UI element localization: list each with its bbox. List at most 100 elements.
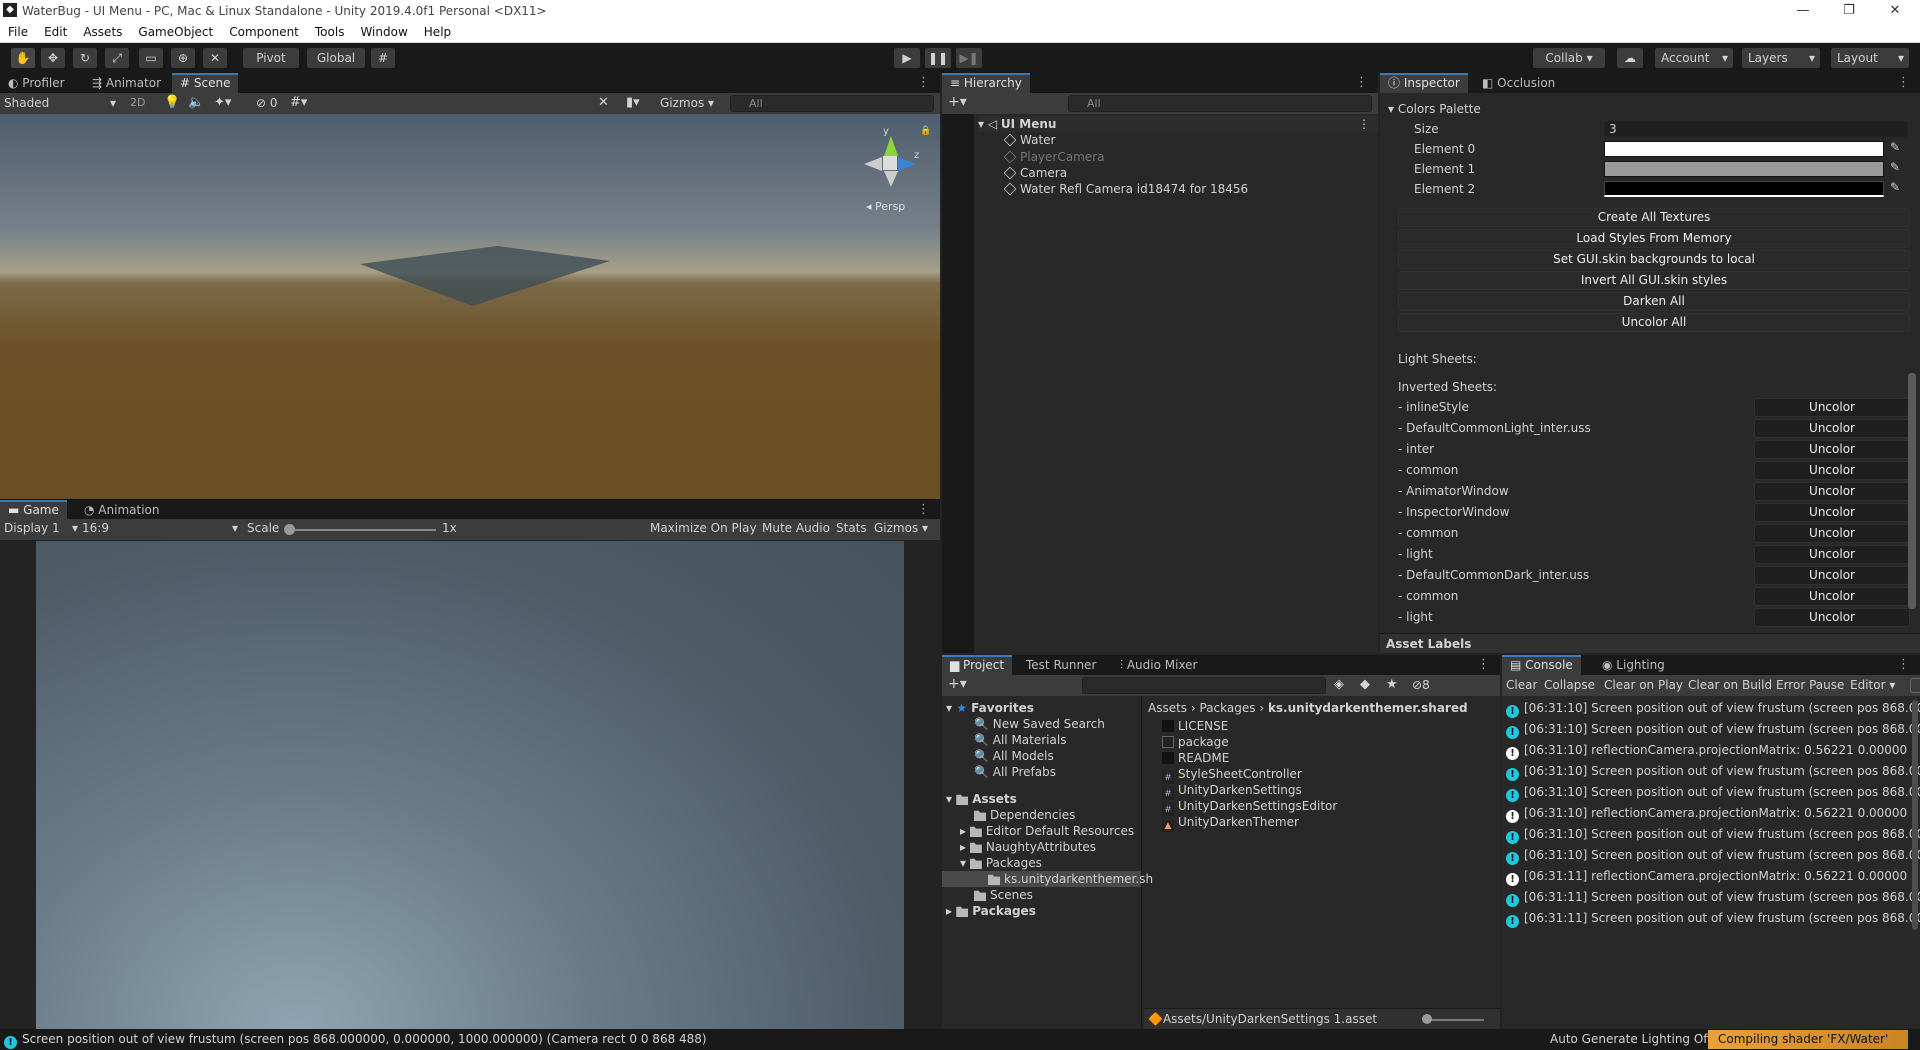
audio-toggle-icon[interactable]: 🔈 <box>188 95 204 110</box>
cloud-icon[interactable]: ☁ <box>1616 47 1644 69</box>
step-button[interactable]: ▶❚ <box>955 47 983 69</box>
favorite-item[interactable]: 🔍 All Materials <box>974 732 1066 748</box>
file-item[interactable]: # StyleSheetController <box>1162 766 1302 784</box>
hierarchy-menu-icon[interactable]: ⋮ <box>1355 75 1368 90</box>
breadcrumb-item[interactable]: Assets <box>1148 701 1187 715</box>
uncolor-button[interactable]: Uncolor <box>1754 398 1910 417</box>
hierarchy-add-button[interactable]: +▾ <box>948 94 967 110</box>
file-item[interactable]: # UnityDarkenSettingsEditor <box>1162 798 1337 816</box>
tab-project[interactable]: ▆ Project <box>942 655 1013 675</box>
uncolor-button[interactable]: Uncolor <box>1754 545 1910 564</box>
icon-size-slider-handle[interactable] <box>1422 1014 1432 1024</box>
tab-occlusion[interactable]: ◧ Occlusion <box>1474 73 1563 93</box>
menu-tools[interactable]: Tools <box>307 22 353 41</box>
game-viewport[interactable] <box>36 541 904 1029</box>
log-entry[interactable]: ! [06:31:10] Screen position out of view … <box>1506 826 1920 844</box>
favorite-item[interactable]: 🔍 All Models <box>974 748 1054 764</box>
status-message[interactable]: Screen position out of view frustum (scr… <box>22 1032 707 1046</box>
panel-menu-icon[interactable]: ⋮ <box>917 75 930 90</box>
pivot-toggle[interactable]: Pivot <box>242 47 300 69</box>
file-item[interactable]: README <box>1162 750 1229 766</box>
tab-inspector[interactable]: ⓘ Inspector <box>1380 73 1468 93</box>
camera-icon[interactable]: ▮▾ <box>626 95 640 110</box>
tab-hierarchy[interactable]: ≡ Hierarchy <box>942 73 1030 93</box>
project-menu-icon[interactable]: ⋮ <box>1477 657 1490 672</box>
tab-profiler[interactable]: ◐ Profiler <box>0 73 73 93</box>
console-collapse-button[interactable]: Collapse <box>1544 678 1595 692</box>
favorite-star-icon[interactable]: ★ <box>1386 677 1398 692</box>
menu-gameobject[interactable]: GameObject <box>130 22 221 41</box>
favorite-item[interactable]: 🔍 All Prefabs <box>974 764 1056 780</box>
console-menu-icon[interactable]: ⋮ <box>1897 657 1910 672</box>
tab-console[interactable]: ▤ Console <box>1502 655 1581 675</box>
pause-button[interactable]: ❚❚ <box>924 47 952 69</box>
move-tool-icon[interactable]: ✥ <box>40 47 66 69</box>
eyedropper-icon[interactable]: ✎ <box>1890 140 1900 154</box>
rotate-tool-icon[interactable]: ↻ <box>72 47 98 69</box>
uncolor-button[interactable]: Uncolor <box>1754 461 1910 480</box>
game-gizmos-dropdown[interactable]: Gizmos ▾ <box>874 521 928 535</box>
maximize-on-play-toggle[interactable]: Maximize On Play <box>650 521 757 535</box>
hierarchy-item[interactable]: Water <box>1003 132 1055 148</box>
clear-on-build-toggle[interactable]: Clear on Build <box>1688 678 1772 692</box>
log-entry[interactable]: ! [06:31:11] Screen position out of view … <box>1506 889 1920 907</box>
menu-component[interactable]: Component <box>221 22 307 41</box>
persp-label[interactable]: ◂ Persp <box>866 200 905 213</box>
uncolor-button[interactable]: Uncolor <box>1754 524 1910 543</box>
set-backgrounds-button[interactable]: Set GUI.skin backgrounds to local <box>1398 250 1910 269</box>
colors-palette-foldout[interactable]: ▾ Colors Palette <box>1388 101 1481 117</box>
project-add-button[interactable]: +▾ <box>948 676 967 692</box>
lock-icon[interactable]: 🔒 <box>920 126 931 136</box>
assets-foldout[interactable]: ▾ Assets <box>946 791 1017 807</box>
asset-folder[interactable]: ▾ Packages <box>960 855 1042 871</box>
grid-toggle-icon[interactable]: #▾ <box>290 95 307 110</box>
inspector-menu-icon[interactable]: ⋮ <box>1897 75 1910 90</box>
tab-game[interactable]: ▬ Game <box>0 500 67 520</box>
close-icon[interactable]: ✕ <box>1872 0 1918 22</box>
scene-search-input[interactable]: All <box>730 95 934 112</box>
scene-viewport[interactable]: y z 🔒 ◂ Persp <box>0 114 940 499</box>
menu-window[interactable]: Window <box>352 22 415 41</box>
console-search-input[interactable] <box>1910 678 1920 693</box>
custom-tool-icon[interactable]: ✕ <box>202 47 228 69</box>
asset-folder[interactable]: Scenes <box>974 887 1033 903</box>
uncolor-button[interactable]: Uncolor <box>1754 608 1910 627</box>
size-input[interactable]: 3 <box>1604 121 1908 137</box>
hierarchy-search-input[interactable]: All <box>1068 95 1372 112</box>
tab-audio-mixer[interactable]: ⫶ Audio Mixer <box>1112 655 1206 675</box>
file-item[interactable]: # UnityDarkenSettings <box>1162 782 1302 800</box>
menu-assets[interactable]: Assets <box>75 22 130 41</box>
log-entry[interactable]: ! [06:31:10] Screen position out of view … <box>1506 784 1920 802</box>
search-by-type-icon[interactable]: ◈ <box>1334 677 1344 692</box>
invert-styles-button[interactable]: Invert All GUI.skin styles <box>1398 271 1910 290</box>
mode-2d-toggle[interactable]: 2D <box>130 96 145 109</box>
game-panel-menu-icon[interactable]: ⋮ <box>917 502 930 517</box>
effects-toggle-icon[interactable]: ✦▾ <box>214 95 231 110</box>
file-item[interactable]: LICENSE <box>1162 718 1228 734</box>
transform-tool-icon[interactable]: ⊕ <box>170 47 196 69</box>
lighting-toggle-icon[interactable]: 💡 <box>164 95 180 110</box>
file-item[interactable]: package <box>1162 734 1229 750</box>
collab-dropdown[interactable]: Collab ▾ <box>1532 47 1606 69</box>
tab-animation[interactable]: ◔ Animation <box>76 500 167 520</box>
hidden-objects-toggle[interactable]: ⊘ 0 <box>256 96 278 110</box>
asset-folder[interactable]: Dependencies <box>974 807 1075 823</box>
uncolor-all-button[interactable]: Uncolor All <box>1398 313 1910 332</box>
display-dropdown[interactable]: Display 1 ▾ <box>4 521 78 535</box>
favorites-foldout[interactable]: ▾ ★ Favorites <box>946 700 1034 716</box>
asset-folder[interactable]: ▸ NaughtyAttributes <box>960 839 1096 855</box>
menu-edit[interactable]: Edit <box>36 22 75 41</box>
log-entry[interactable]: ! [06:31:10] Screen position out of view … <box>1506 700 1920 718</box>
project-search-input[interactable] <box>1082 677 1326 694</box>
hierarchy-item[interactable]: Camera <box>1003 165 1067 181</box>
element-1-color-field[interactable] <box>1604 161 1884 177</box>
scale-tool-icon[interactable]: ⤢ <box>104 47 130 69</box>
asset-folder-selected[interactable]: ks.unitydarkenthemer.sh <box>942 871 1153 887</box>
global-toggle[interactable]: Global <box>306 47 366 69</box>
hierarchy-item[interactable]: PlayerCamera <box>1003 149 1104 165</box>
uncolor-button[interactable]: Uncolor <box>1754 503 1910 522</box>
account-dropdown[interactable]: Account ▾ <box>1654 47 1734 69</box>
restore-icon[interactable]: ❐ <box>1826 0 1872 22</box>
error-pause-toggle[interactable]: Error Pause <box>1776 678 1844 692</box>
breadcrumb-current[interactable]: ks.unitydarkenthemer.shared <box>1268 701 1468 715</box>
